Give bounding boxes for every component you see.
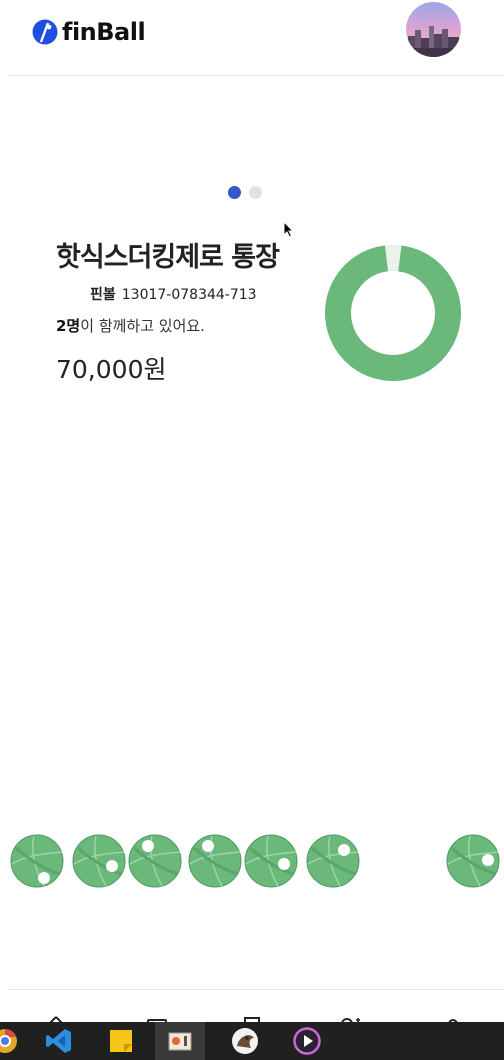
chrome-icon[interactable] (0, 1022, 30, 1060)
pager-dot-2[interactable] (249, 186, 262, 199)
pager-dot-1[interactable] (228, 186, 241, 199)
paint-icon[interactable] (155, 1022, 205, 1060)
member-ball (10, 834, 64, 888)
account-name[interactable]: 핫식스더킹제로 통장 (56, 235, 280, 274)
member-line: 2명이 함께하고 있어요. (56, 315, 205, 336)
card-icon[interactable] (145, 1014, 169, 1022)
group-icon[interactable] (338, 1014, 362, 1022)
carousel-pager (228, 186, 262, 199)
member-ball (306, 834, 360, 888)
finball-logo[interactable]: finBall (32, 18, 146, 46)
bank-name: 핀볼 (90, 287, 116, 303)
header-divider (8, 75, 504, 76)
home-icon[interactable] (44, 1014, 68, 1022)
os-taskbar (0, 1022, 504, 1060)
user-icon[interactable] (441, 1014, 465, 1022)
finball-logo-icon (32, 19, 58, 45)
vscode-icon[interactable] (34, 1022, 84, 1060)
member-ball (72, 834, 126, 888)
member-ball (128, 834, 182, 888)
account-number: 핀볼 13017-078344-713 (90, 284, 257, 304)
member-ball (244, 834, 298, 888)
account-progress-donut (325, 245, 461, 381)
dbeaver-icon[interactable] (220, 1022, 270, 1060)
bottom-nav (0, 990, 504, 1022)
profile-avatar[interactable] (406, 2, 461, 57)
member-ball (446, 834, 500, 888)
mouse-cursor-icon (283, 221, 295, 238)
member-ball (188, 834, 242, 888)
member-balls-row (0, 832, 504, 892)
member-count: 2명 (56, 317, 81, 335)
account-number-value: 13017-078344-713 (121, 287, 257, 303)
donut-fill-arc (325, 245, 461, 381)
account-balance: 70,000원 (56, 355, 167, 384)
member-suffix: 이 함께하고 있어요. (80, 317, 205, 335)
document-icon[interactable] (240, 1014, 264, 1022)
app-header: finBall (0, 0, 504, 76)
sticky-notes-icon[interactable] (96, 1022, 146, 1060)
logo-text: finBall (62, 18, 146, 46)
media-player-icon[interactable] (282, 1022, 332, 1060)
